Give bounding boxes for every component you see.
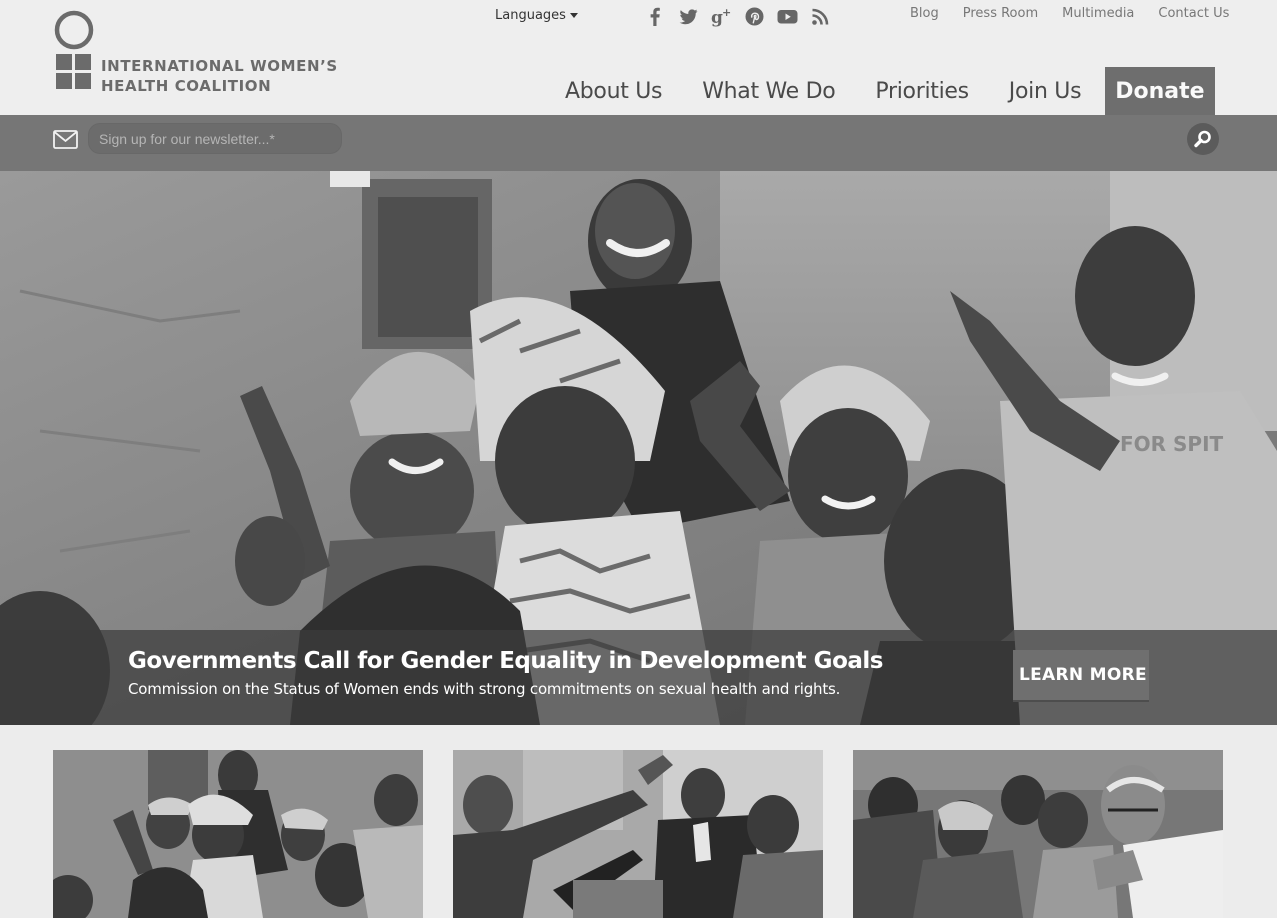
mail-icon	[53, 130, 78, 149]
hero-title[interactable]: Governments Call for Gender Equality in …	[128, 648, 883, 674]
search-icon	[1194, 130, 1211, 148]
svg-text:+: +	[722, 6, 731, 19]
feature-card-3[interactable]	[853, 750, 1223, 918]
caret-down-icon	[569, 13, 578, 18]
donate-button[interactable]: Donate	[1105, 67, 1215, 115]
nav-item-what-we-do[interactable]: What We Do	[682, 67, 855, 115]
nav-item-join-us[interactable]: Join Us	[989, 67, 1101, 115]
hero-caption: Governments Call for Gender Equality in …	[0, 630, 1277, 725]
feature-card-3-photo	[853, 750, 1223, 918]
hero-slider: FOR SPIT Governments Call for Gender Equ…	[0, 171, 1277, 725]
utility-link-multimedia[interactable]: Multimedia	[1062, 6, 1134, 21]
utility-link-contact-us[interactable]: Contact Us	[1158, 6, 1229, 21]
site-logo[interactable]: INTERNATIONAL WOMEN’S HEALTH COALITION	[53, 9, 373, 99]
site-header: INTERNATIONAL WOMEN’S HEALTH COALITION L…	[0, 0, 1277, 115]
facebook-icon[interactable]	[645, 6, 666, 27]
google-plus-icon[interactable]: g +	[711, 6, 732, 27]
twitter-icon[interactable]	[678, 6, 699, 27]
feature-cards	[0, 725, 1277, 918]
nav-item-about-us[interactable]: About Us	[545, 67, 682, 115]
svg-text:FOR SPIT: FOR SPIT	[1120, 432, 1224, 456]
languages-label: Languages	[495, 8, 566, 23]
social-links: g +	[645, 4, 831, 28]
feature-card-1-photo	[53, 750, 423, 918]
utility-link-blog[interactable]: Blog	[910, 6, 939, 21]
feature-card-2[interactable]	[453, 750, 823, 918]
newsletter-bar	[0, 115, 1277, 171]
rss-icon[interactable]	[810, 6, 831, 27]
utility-link-press-room[interactable]: Press Room	[963, 6, 1038, 21]
feature-card-2-photo	[453, 750, 823, 918]
pinterest-icon[interactable]	[744, 6, 765, 27]
logo-line-1: INTERNATIONAL WOMEN’S	[101, 57, 338, 75]
logo-line-2: HEALTH COALITION	[101, 77, 272, 95]
logo-mark-icon	[54, 10, 94, 89]
languages-dropdown[interactable]: Languages	[495, 8, 578, 23]
newsletter-email-input[interactable]	[88, 123, 342, 154]
logo-wordmark: INTERNATIONAL WOMEN’S HEALTH COALITION	[101, 56, 338, 96]
nav-item-priorities[interactable]: Priorities	[855, 67, 988, 115]
feature-card-1[interactable]	[53, 750, 423, 918]
learn-more-button[interactable]: LEARN MORE	[1013, 650, 1149, 700]
search-button[interactable]	[1187, 123, 1219, 155]
youtube-icon[interactable]	[777, 6, 798, 27]
hero-subtitle: Commission on the Status of Women ends w…	[128, 680, 841, 698]
utility-nav: Blog Press Room Multimedia Contact Us	[910, 6, 1229, 21]
main-nav: About Us What We Do Priorities Join Us D…	[545, 67, 1215, 115]
